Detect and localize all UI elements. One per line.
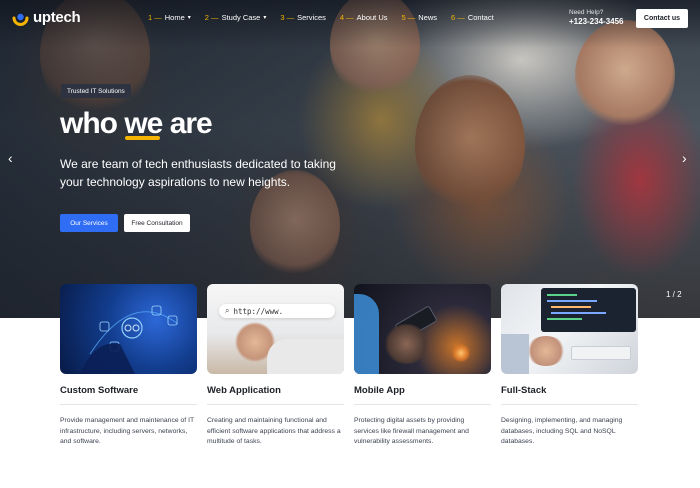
service-description: Provide management and maintenance of IT… bbox=[60, 417, 195, 446]
main-nav: 1 — Home ▾ 2 — Study Case ▾ 3 — Services… bbox=[148, 13, 508, 22]
chevron-right-icon[interactable]: › bbox=[682, 150, 687, 166]
nav-item-news[interactable]: 5 — News bbox=[402, 13, 438, 22]
service-image: ⌕ http://www. bbox=[207, 284, 344, 374]
divider bbox=[207, 404, 344, 405]
url-text: http://www. bbox=[233, 306, 284, 316]
nav-item-services[interactable]: 3 — Services bbox=[280, 13, 326, 22]
logo-text: uptech bbox=[33, 9, 81, 26]
hero-title-part: who bbox=[60, 107, 125, 140]
circuit-illustration bbox=[80, 305, 179, 374]
service-image bbox=[60, 284, 197, 374]
service-title[interactable]: Full-Stack bbox=[501, 385, 546, 396]
hero-title-highlight: we bbox=[124, 107, 163, 140]
service-image bbox=[354, 284, 491, 374]
keyboard-illustration bbox=[571, 346, 631, 360]
service-card-full-stack[interactable]: Full-Stack Designing, implementing, and … bbox=[501, 284, 638, 445]
service-description: Creating and maintaining functional and … bbox=[207, 417, 341, 446]
hero-description: We are team of tech enthusiasts dedicate… bbox=[60, 157, 336, 189]
contact-us-button[interactable]: Contact us bbox=[636, 9, 688, 28]
hero-badge: Trusted IT Solutions bbox=[61, 84, 131, 98]
nav-number: 2 — bbox=[204, 13, 219, 22]
divider bbox=[354, 404, 491, 405]
chevron-left-icon[interactable]: ‹ bbox=[8, 150, 13, 166]
site-header: uptech 1 — Home ▾ 2 — Study Case ▾ 3 — S… bbox=[0, 0, 700, 38]
search-icon: ⌕ bbox=[225, 306, 230, 315]
slide-counter: 1 / 2 bbox=[666, 290, 682, 299]
nav-number: 5 — bbox=[401, 13, 416, 22]
chevron-down-icon: ▾ bbox=[263, 15, 267, 21]
our-services-button[interactable]: Our Services bbox=[60, 214, 118, 232]
hero-title-part: are bbox=[162, 107, 213, 140]
nav-label: Contact bbox=[467, 13, 494, 22]
chevron-down-icon: ▾ bbox=[187, 15, 191, 21]
help-contact: Need Help? +123-234-3456 bbox=[569, 9, 624, 27]
service-card-web-application[interactable]: ⌕ http://www. Web Application Creating a… bbox=[207, 284, 344, 445]
nav-label: Study Case bbox=[221, 13, 261, 22]
nav-item-home[interactable]: 1 — Home ▾ bbox=[148, 13, 191, 22]
service-title[interactable]: Custom Software bbox=[60, 385, 138, 396]
nav-item-about-us[interactable]: 4 — About Us bbox=[340, 13, 388, 22]
nav-label: Home bbox=[164, 13, 185, 22]
help-label: Need Help? bbox=[569, 9, 604, 16]
help-phone[interactable]: +123-234-3456 bbox=[569, 17, 624, 27]
service-card-mobile-app[interactable]: Mobile App Protecting digital assets by … bbox=[354, 284, 491, 445]
nav-label: News bbox=[418, 13, 438, 22]
nav-item-study-case[interactable]: 2 — Study Case ▾ bbox=[205, 13, 267, 22]
service-description: Protecting digital assets by providing s… bbox=[354, 417, 469, 446]
sleeve-illustration bbox=[267, 339, 344, 374]
sleeve-illustration bbox=[501, 334, 529, 374]
free-consultation-button[interactable]: Free Consultation bbox=[124, 214, 190, 232]
service-title[interactable]: Mobile App bbox=[354, 385, 405, 396]
hand-illustration bbox=[526, 336, 566, 366]
hand-illustration bbox=[384, 324, 429, 364]
divider bbox=[60, 404, 197, 405]
logo[interactable]: uptech bbox=[12, 9, 81, 26]
services-list: Custom Software Provide management and m… bbox=[60, 284, 638, 488]
hero-title: who we are bbox=[60, 107, 213, 141]
service-image bbox=[501, 284, 638, 374]
service-description: Designing, implementing, and managing da… bbox=[501, 417, 623, 446]
service-card-custom-software[interactable]: Custom Software Provide management and m… bbox=[60, 284, 197, 445]
nav-number: 3 — bbox=[280, 13, 295, 22]
lamp-glow bbox=[452, 344, 470, 362]
monitor-illustration bbox=[541, 288, 636, 332]
nav-label: About Us bbox=[356, 13, 388, 22]
logo-icon bbox=[12, 9, 29, 26]
nav-label: Services bbox=[297, 13, 326, 22]
nav-number: 1 — bbox=[148, 13, 162, 22]
nav-number: 4 — bbox=[339, 13, 354, 22]
sleeve-illustration bbox=[354, 294, 379, 374]
nav-item-contact[interactable]: 6 — Contact bbox=[451, 13, 494, 22]
service-title[interactable]: Web Application bbox=[207, 385, 281, 396]
nav-number: 6 — bbox=[451, 13, 465, 22]
divider bbox=[501, 404, 638, 405]
search-bar-illustration: ⌕ http://www. bbox=[219, 304, 335, 318]
